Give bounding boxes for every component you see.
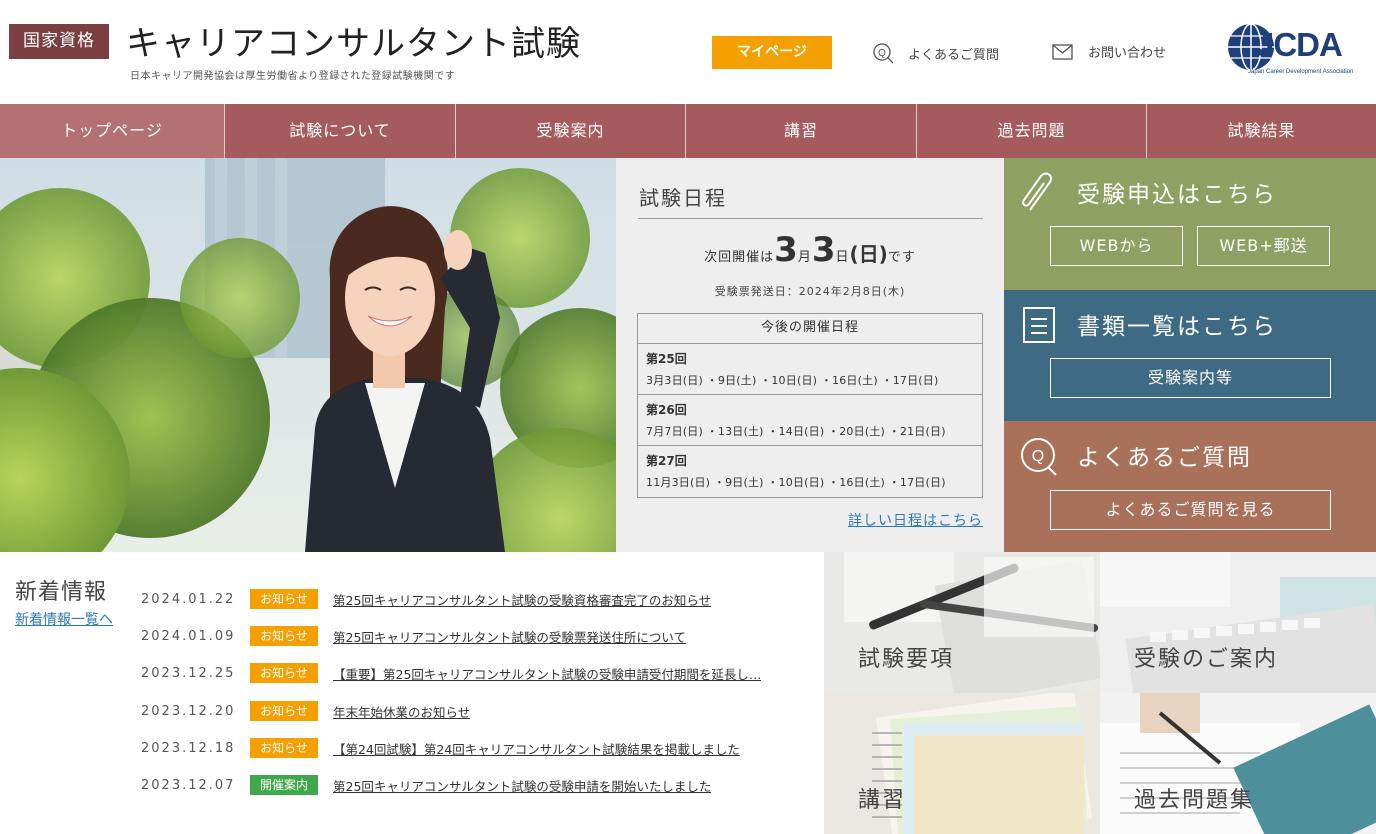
paperclip-icon [1022, 172, 1052, 211]
mypage-button[interactable]: マイページ [712, 36, 832, 69]
round-name: 第27回 [646, 454, 687, 468]
month-unit: 月 [797, 250, 812, 265]
news-link[interactable]: 第25回キャリアコンサルタント試験の受験資格審査完了のお知らせ [333, 590, 711, 609]
faq-search-icon: Q [873, 43, 894, 64]
schedule-round: 第27回 11月3日(日) ・9日(土) ・10日(日) ・16日(土) ・17… [638, 446, 982, 497]
news-tag: 開催案内 [250, 775, 318, 795]
svg-text:Q: Q [878, 48, 886, 59]
nav-results[interactable]: 試験結果 [1147, 104, 1376, 158]
next-month: 3 [774, 230, 798, 270]
faq-title: よくあるご質問 [1077, 445, 1252, 471]
news-date: 2024.01.22 [141, 591, 236, 607]
ticket-send-date: 受験票発送日：2024年2月8日(木) [714, 285, 906, 298]
schedule-title: 試験日程 [639, 186, 727, 210]
apply-web-button[interactable]: WEBから [1050, 226, 1183, 266]
news-section: 新着情報 新着情報一覧へ 2024.01.22 お知らせ 第25回キャリアコンサ… [0, 552, 824, 834]
nav-about-exam[interactable]: 試験について [225, 104, 456, 158]
news-title: 新着情報 [15, 580, 108, 605]
round-dates: 11月3日(日) ・9日(土) ・10日(日) ・16日(土) ・17日(日) [646, 476, 946, 489]
nav-past-questions[interactable]: 過去問題 [917, 104, 1147, 158]
next-suffix: です [887, 250, 916, 265]
nav-exam-guide[interactable]: 受験案内 [456, 104, 686, 158]
jcda-logo[interactable]: JCDA Japan Career Development Associatio… [1226, 20, 1366, 80]
next-prefix: 次回開催は [704, 250, 775, 265]
schedule-detail-link[interactable]: 詳しい日程はこちら [848, 510, 983, 530]
site-subtitle: 日本キャリア開発協会は厚生労働省より登録された登録試験機関です [130, 71, 456, 82]
upcoming-schedule-table: 今後の開催日程 第25回 3月3日(日) ・9日(土) ・10日(日) ・16日… [637, 313, 983, 498]
document-list-icon [1023, 307, 1055, 343]
news-link[interactable]: 第25回キャリアコンサルタント試験の受験申請を開始いたしました [333, 776, 711, 795]
news-date: 2023.12.18 [141, 740, 236, 756]
mail-icon [1052, 43, 1073, 60]
round-dates: 7月7日(日) ・13日(土) ・14日(日) ・20日(土) ・21日(日) [646, 425, 946, 438]
news-item: 2023.12.18 お知らせ 【第24回試験】第24回キャリアコンサルタント試… [141, 738, 740, 758]
exam-guide-docs-button[interactable]: 受験案内等 [1050, 358, 1331, 398]
schedule-round: 第25回 3月3日(日) ・9日(土) ・10日(日) ・16日(土) ・17日… [638, 344, 982, 395]
news-tag: お知らせ [250, 626, 318, 646]
round-name: 第25回 [646, 352, 687, 366]
national-qualification-badge: 国家資格 [9, 24, 109, 59]
news-date: 2023.12.25 [141, 665, 236, 681]
news-item: 2023.12.25 お知らせ 【重要】第25回キャリアコンサルタント試験の受験… [141, 663, 761, 683]
nav-lecture[interactable]: 講習 [686, 104, 917, 158]
tile-past-questions[interactable]: 過去問題集 [1100, 693, 1376, 834]
news-item: 2023.12.07 開催案内 第25回キャリアコンサルタント試験の受験申請を開… [141, 775, 711, 795]
next-weekday: (日) [849, 242, 888, 266]
schedule-divider [638, 218, 983, 219]
news-tag: お知らせ [250, 589, 318, 609]
logo-subtext: Japan Career Development Association [1248, 69, 1354, 75]
news-list-link[interactable]: 新着情報一覧へ [15, 609, 113, 629]
news-item: 2024.01.09 お知らせ 第25回キャリアコンサルタント試験の受験票発送住… [141, 626, 686, 646]
news-item: 2023.12.20 お知らせ 年末年始休業のお知らせ [141, 701, 470, 721]
day-unit: 日 [835, 250, 850, 265]
schedule-round: 第26回 7月7日(日) ・13日(土) ・14日(日) ・20日(土) ・21… [638, 395, 982, 446]
tile-label: 受験のご案内 [1134, 647, 1279, 672]
news-link[interactable]: 【第24回試験】第24回キャリアコンサルタント試験結果を掲載しました [333, 739, 740, 758]
documents-panel: 書類一覧はこちら 受験案内等 [1004, 290, 1376, 421]
news-tag: お知らせ [250, 701, 318, 721]
tile-label: 講習 [858, 788, 907, 813]
apply-web-mail-button[interactable]: WEB+郵送 [1197, 226, 1330, 266]
header-faq-link[interactable]: Q よくあるご質問 [872, 42, 999, 64]
apply-panel: 受験申込はこちら WEBから WEB+郵送 [1004, 158, 1376, 290]
header-contact-link[interactable]: お問い合わせ [1052, 42, 1166, 61]
site-title[interactable]: キャリアコンサルタント試験 [126, 16, 581, 65]
header-contact-label: お問い合わせ [1088, 46, 1167, 61]
nav-top[interactable]: トップページ [0, 104, 225, 158]
tile-lecture[interactable]: 講習 [824, 693, 1100, 834]
documents-title: 書類一覧はこちら [1077, 314, 1277, 340]
logo-text: JCDA [1256, 26, 1343, 63]
news-date: 2023.12.20 [141, 703, 236, 719]
tile-exam-guide[interactable]: 受験のご案内 [1100, 552, 1376, 693]
news-item: 2024.01.22 お知らせ 第25回キャリアコンサルタント試験の受験資格審査… [141, 589, 711, 609]
news-link[interactable]: 年末年始休業のお知らせ [333, 702, 470, 721]
apply-title: 受験申込はこちら [1077, 182, 1277, 208]
next-day: 3 [811, 230, 836, 270]
upcoming-title: 今後の開催日程 [638, 314, 982, 344]
hero-photo [0, 158, 616, 552]
tile-label: 過去問題集 [1134, 788, 1255, 813]
news-link[interactable]: 第25回キャリアコンサルタント試験の受験票発送住所について [333, 627, 686, 646]
news-date: 2023.12.07 [141, 777, 236, 793]
smiling-woman-photo [0, 158, 616, 552]
faq-panel: Q よくあるご質問 よくあるご質問を見る [1004, 421, 1376, 552]
view-faq-button[interactable]: よくあるご質問を見る [1050, 490, 1331, 530]
faq-bubble-icon: Q [1021, 438, 1057, 476]
svg-text:Q: Q [1032, 448, 1044, 465]
exam-schedule-panel: 試験日程 次回開催は3月3日(日)です 受験票発送日：2024年2月8日(木) … [616, 158, 1004, 552]
tile-exam-outline[interactable]: 試験要項 [824, 552, 1100, 693]
news-date: 2024.01.09 [141, 628, 236, 644]
news-tag: お知らせ [250, 738, 318, 758]
news-link[interactable]: 【重要】第25回キャリアコンサルタント試験の受験申請受付期間を延長し… [333, 664, 761, 683]
next-exam-date: 次回開催は3月3日(日)です [616, 230, 1004, 270]
header-faq-label: よくあるご質問 [908, 47, 1000, 63]
global-nav: トップページ 試験について 受験案内 講習 過去問題 試験結果 [0, 104, 1376, 158]
round-dates: 3月3日(日) ・9日(土) ・10日(日) ・16日(土) ・17日(日) [646, 374, 939, 387]
tile-label: 試験要項 [858, 647, 955, 672]
news-tag: お知らせ [250, 663, 318, 683]
site-header: 国家資格 キャリアコンサルタント試験 日本キャリア開発協会は厚生労働省より登録さ… [0, 0, 1376, 104]
round-name: 第26回 [646, 403, 687, 417]
